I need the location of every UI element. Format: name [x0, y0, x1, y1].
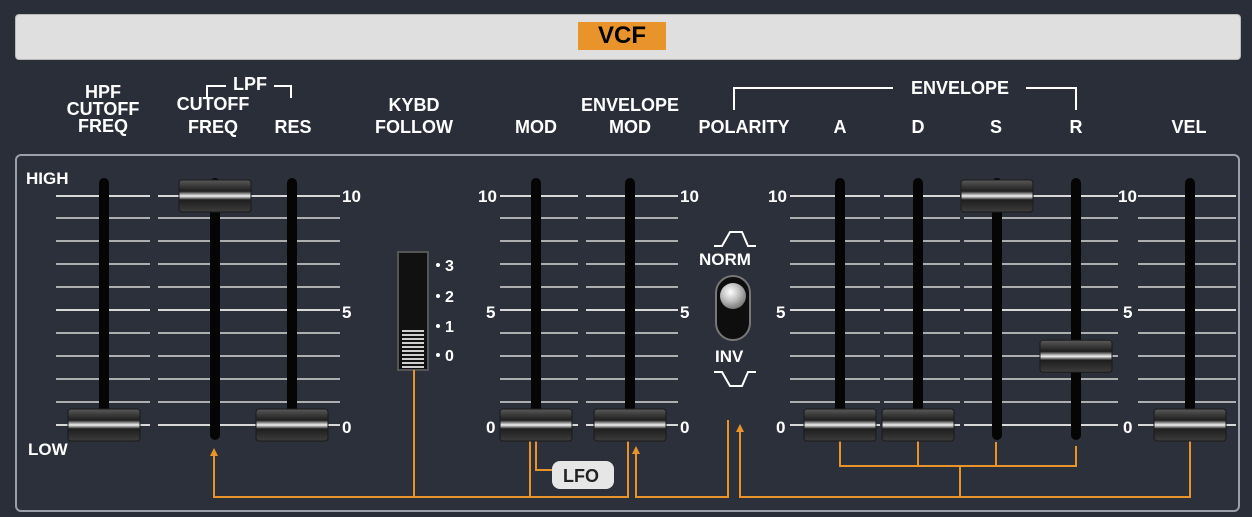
mod-scale-0: 0 — [486, 418, 495, 437]
vel-scale-5: 5 — [1123, 303, 1132, 322]
scale-ticks — [56, 195, 1236, 426]
env-release-slider[interactable] — [1039, 339, 1113, 373]
envelope-bracket — [733, 87, 1077, 110]
lpf-bracket — [206, 85, 292, 98]
env-release-slider-track — [1071, 178, 1081, 440]
envelope-mod-slider-track — [625, 178, 635, 440]
env-scale-5: 5 — [776, 303, 785, 322]
lfo-tag: LFO — [552, 461, 614, 489]
vel-slider[interactable] — [1153, 408, 1227, 442]
env-scale-10: 10 — [768, 187, 787, 206]
kybd-follow-switch[interactable] — [397, 251, 429, 371]
vcf-panel-art: HIGH LOW 10 5 0 10 5 0 10 5 0 10 5 0 10 … — [26, 85, 1236, 498]
routing-lines — [213, 370, 1191, 498]
envmod-scale-10: 10 — [680, 187, 699, 206]
polarity-toggle[interactable] — [715, 275, 751, 341]
polarity-norm-label: NORM — [699, 250, 751, 269]
polarity-inv-label: INV — [715, 347, 744, 366]
env-scale-0: 0 — [776, 418, 785, 437]
env-attack-slider[interactable] — [803, 408, 877, 442]
res-scale-0: 0 — [342, 418, 351, 437]
norm-envelope-icon — [714, 231, 756, 247]
env-decay-slider-track — [913, 178, 923, 440]
vel-scale-10: 10 — [1118, 187, 1137, 206]
scale-low-label: LOW — [28, 440, 69, 459]
envmod-scale-0: 0 — [680, 418, 689, 437]
inv-envelope-icon — [714, 371, 756, 387]
lfo-tag-label: LFO — [563, 466, 599, 486]
mod-slider-track — [531, 178, 541, 440]
env-sustain-slider[interactable] — [960, 179, 1034, 213]
mod-scale-5: 5 — [486, 303, 495, 322]
env-attack-slider-track — [835, 178, 845, 440]
res-scale-5: 5 — [342, 303, 351, 322]
vel-slider-track — [1185, 178, 1195, 440]
lpf-cutoff-slider[interactable] — [178, 179, 252, 213]
lpf-cutoff-slider-track — [210, 178, 220, 440]
hpf-cutoff-slider-track — [99, 178, 109, 440]
mod-slider[interactable] — [499, 408, 573, 442]
hpf-cutoff-slider[interactable] — [67, 408, 141, 442]
res-slider-track — [287, 178, 297, 440]
envelope-mod-slider[interactable] — [593, 408, 667, 442]
vel-scale-0: 0 — [1123, 418, 1132, 437]
kybd-pos-2: 2 — [445, 289, 454, 306]
mod-scale-10: 10 — [478, 187, 497, 206]
env-sustain-slider-track — [992, 178, 1002, 440]
kybd-pos-1: 1 — [445, 319, 454, 336]
env-decay-slider[interactable] — [881, 408, 955, 442]
res-scale-10: 10 — [342, 187, 361, 206]
kybd-pos-0: 0 — [445, 348, 454, 365]
res-slider[interactable] — [255, 408, 329, 442]
scale-high-label: HIGH — [26, 169, 69, 188]
envmod-scale-5: 5 — [680, 303, 689, 322]
kybd-pos-3: 3 — [445, 258, 454, 275]
